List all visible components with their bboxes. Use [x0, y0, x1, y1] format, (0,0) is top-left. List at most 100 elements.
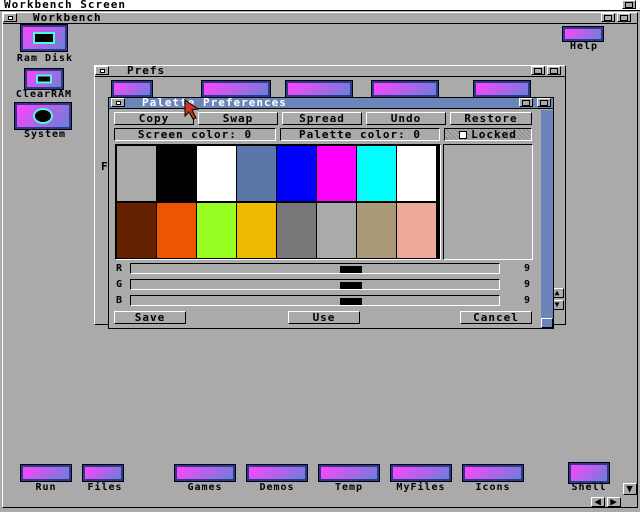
slider-label: R: [116, 263, 124, 274]
help-icon-image: [562, 26, 604, 42]
myfiles-label: MyFiles: [396, 482, 446, 493]
color-swatch[interactable]: [277, 203, 316, 258]
use-label: Use: [312, 311, 336, 324]
palette-color-field: Palette color: 0: [280, 128, 440, 141]
palette-size-gadget-icon[interactable]: [541, 318, 553, 328]
temp-label: Temp: [334, 482, 364, 493]
use-button[interactable]: Use: [288, 311, 360, 324]
restore-button[interactable]: Restore: [450, 112, 532, 125]
prefs-depth-icon[interactable]: [547, 66, 561, 75]
system-label: System: [23, 129, 67, 140]
color-swatch[interactable]: [237, 203, 276, 258]
zoom-gadget-icon[interactable]: [601, 13, 615, 22]
save-button[interactable]: Save: [114, 311, 186, 324]
files-icon[interactable]: Files: [80, 464, 130, 498]
slider-value: 9: [524, 263, 532, 274]
ram-disk-icon[interactable]: Ram Disk: [10, 24, 80, 66]
run-icon[interactable]: Run: [18, 464, 74, 498]
color-slider[interactable]: [130, 295, 500, 306]
color-swatch[interactable]: [357, 203, 396, 258]
color-slider[interactable]: [130, 263, 500, 274]
ram-disk-icon-image: [20, 24, 68, 52]
locked-toggle[interactable]: Locked: [444, 128, 532, 141]
temp-icon[interactable]: Temp: [316, 464, 382, 498]
color-swatch[interactable]: [157, 146, 196, 201]
color-swatch[interactable]: [397, 203, 436, 258]
system-icon-image: [14, 102, 72, 130]
prefs-tool-icon-4[interactable]: [371, 80, 439, 98]
screen-title: Workbench Screen: [4, 0, 126, 11]
close-gadget-icon[interactable]: [3, 13, 17, 22]
undo-label: Undo: [390, 112, 422, 125]
help-label: Help: [569, 41, 599, 52]
slider-value: 9: [524, 279, 532, 290]
run-icon-image: [20, 464, 72, 482]
color-swatch[interactable]: [397, 146, 436, 201]
run-label: Run: [35, 482, 57, 493]
workbench-titlebar[interactable]: Workbench: [3, 11, 637, 24]
color-swatch[interactable]: [317, 146, 356, 201]
prefs-close-icon[interactable]: [95, 66, 109, 75]
prefs-titlebar[interactable]: Prefs: [95, 64, 565, 77]
prefs-tool-icon-5[interactable]: [473, 80, 531, 98]
swap-button[interactable]: Swap: [198, 112, 278, 125]
palette-depth-icon[interactable]: [537, 98, 551, 107]
files-icon-image: [82, 464, 124, 482]
lock-icon: [459, 131, 468, 139]
slider-value: 9: [524, 295, 532, 306]
color-swatch[interactable]: [357, 146, 396, 201]
color-swatch-grid: [115, 144, 441, 260]
color-swatch[interactable]: [317, 203, 356, 258]
slider-knob[interactable]: [340, 266, 362, 273]
spread-button[interactable]: Spread: [282, 112, 362, 125]
clearram-icon-image: [24, 68, 64, 90]
prefs-zoom-icon[interactable]: [531, 66, 545, 75]
icons-icon-image: [462, 464, 524, 482]
system-icon[interactable]: System: [10, 100, 80, 142]
color-preview-panel: [443, 144, 533, 260]
color-swatch[interactable]: [157, 203, 196, 258]
demos-icon[interactable]: Demos: [244, 464, 310, 498]
screen-depth-gadget[interactable]: [622, 0, 636, 9]
swap-label: Swap: [222, 112, 254, 125]
cancel-button[interactable]: Cancel: [460, 311, 532, 324]
color-swatch[interactable]: [197, 146, 236, 201]
ram-disk-label: Ram Disk: [16, 53, 74, 64]
palette-scrollbar[interactable]: [541, 110, 553, 328]
scroll-down-icon[interactable]: ▼: [623, 483, 637, 495]
palette-title: Palette Preferences: [142, 96, 287, 109]
palette-titlebar[interactable]: Palette Preferences: [109, 96, 553, 109]
undo-button[interactable]: Undo: [366, 112, 446, 125]
clearram-icon[interactable]: ClearRAM: [8, 66, 80, 102]
color-swatch[interactable]: [277, 146, 316, 201]
palette-color-text: Palette color: 0: [299, 128, 421, 141]
prefs-tool-icon-3[interactable]: [285, 80, 353, 98]
color-swatch[interactable]: [117, 203, 156, 258]
shell-icon[interactable]: Shell: [564, 462, 614, 496]
games-label: Games: [187, 482, 223, 493]
color-swatch[interactable]: [197, 203, 236, 258]
screen-color-field: Screen color: 0: [114, 128, 276, 141]
icons-icon[interactable]: Icons: [460, 464, 526, 498]
depth-gadget-icon[interactable]: [617, 13, 631, 22]
palette-zoom-icon[interactable]: [519, 98, 533, 107]
screen-title-bar: Workbench Screen: [0, 0, 640, 11]
shell-label: Shell: [571, 482, 607, 493]
copy-button[interactable]: Copy: [114, 112, 194, 125]
help-icon[interactable]: Help: [558, 24, 610, 54]
color-swatch[interactable]: [117, 146, 156, 201]
games-icon[interactable]: Games: [172, 464, 238, 498]
color-slider[interactable]: [130, 279, 500, 290]
slider-knob[interactable]: [340, 282, 362, 289]
copy-label: Copy: [138, 112, 170, 125]
palette-close-icon[interactable]: [111, 98, 125, 107]
slider-knob[interactable]: [340, 298, 362, 305]
scroll-left-icon[interactable]: ◀: [591, 496, 605, 507]
workbench-title: Workbench: [33, 11, 102, 24]
restore-label: Restore: [464, 112, 518, 125]
shell-icon-image: [568, 462, 610, 484]
icons-label: Icons: [475, 482, 511, 493]
scroll-right-icon[interactable]: ▶: [607, 496, 621, 507]
color-swatch[interactable]: [237, 146, 276, 201]
myfiles-icon[interactable]: MyFiles: [388, 464, 454, 498]
